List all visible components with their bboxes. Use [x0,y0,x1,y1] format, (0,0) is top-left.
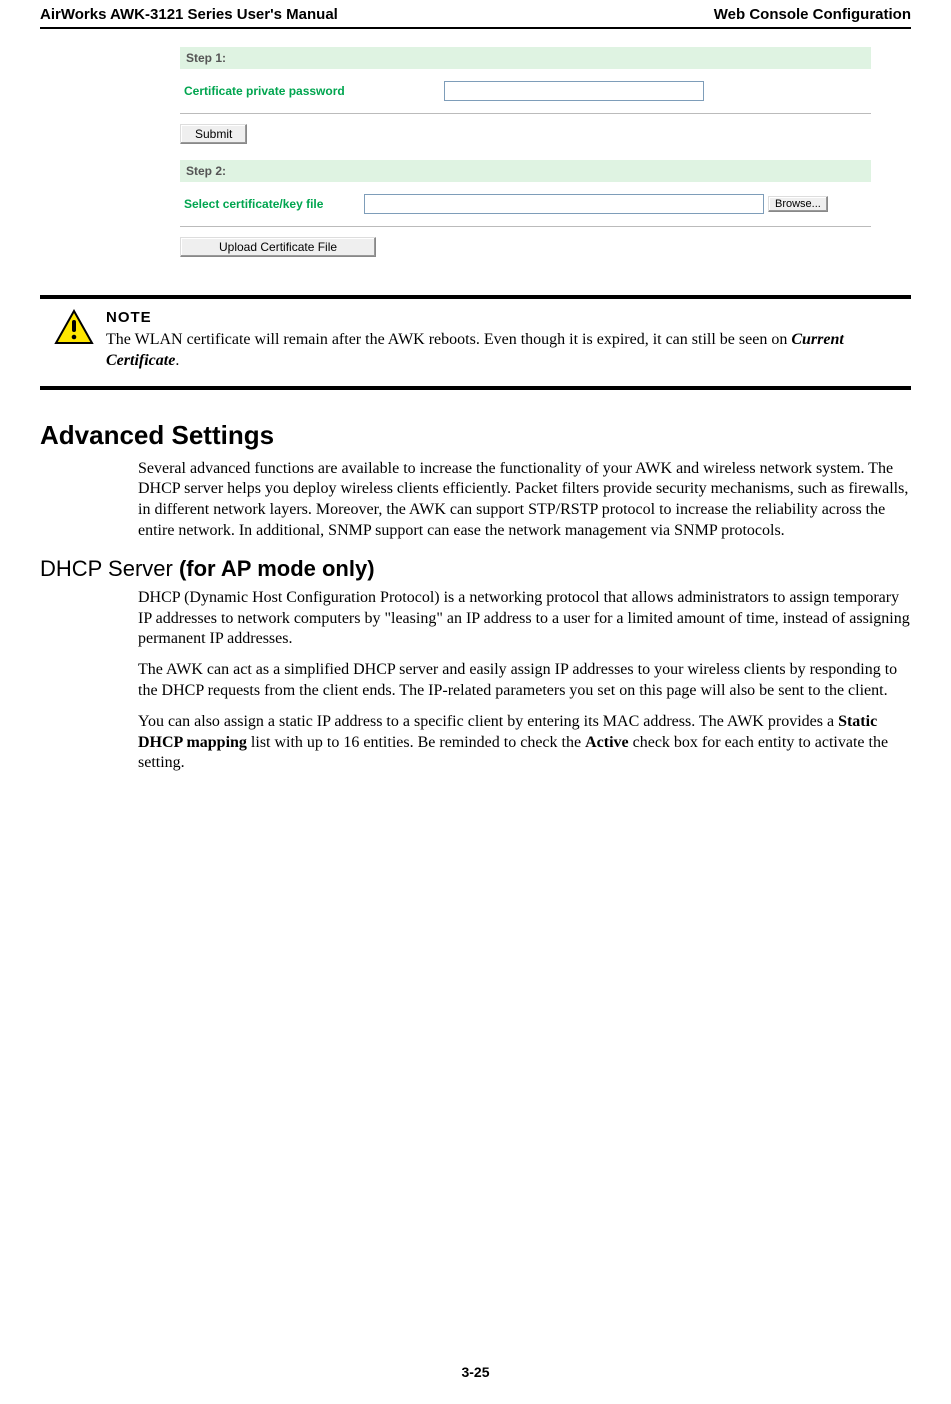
dhcp-para2: The AWK can act as a simplified DHCP ser… [138,660,911,702]
note-body: The WLAN certificate will remain after t… [106,330,897,372]
browse-button[interactable]: Browse... [768,196,828,212]
note-title: NOTE [106,309,897,326]
submit-button[interactable]: Submit [180,124,247,144]
page-number: 3-25 [0,1364,951,1380]
cert-password-label: Certificate private password [184,84,444,98]
alert-icon [54,309,94,350]
select-file-label: Select certificate/key file [184,197,364,211]
note-text-suffix: . [175,352,179,369]
divider [180,226,871,227]
note-text-prefix: The WLAN certificate will remain after t… [106,331,791,348]
dhcp-para3: You can also assign a static IP address … [138,712,911,774]
divider [180,113,871,114]
doc-header-right: Web Console Configuration [714,6,911,23]
dhcp-heading-plain: DHCP Server [40,556,179,581]
upload-cert-button[interactable]: Upload Certificate File [180,237,376,257]
note-block: NOTE The WLAN certificate will remain af… [40,295,911,390]
doc-header: AirWorks AWK-3121 Series User's Manual W… [40,0,911,29]
file-path-input[interactable] [364,194,764,214]
cert-password-input[interactable] [444,81,704,101]
dhcp-para1: DHCP (Dynamic Host Configuration Protoco… [138,588,911,650]
dhcp-heading-bold: (for AP mode only) [179,556,375,581]
step1-header: Step 1: [180,47,871,69]
doc-header-left: AirWorks AWK-3121 Series User's Manual [40,6,338,23]
dhcp-para3-pre: You can also assign a static IP address … [138,713,838,730]
dhcp-server-heading: DHCP Server (for AP mode only) [40,556,911,582]
advanced-settings-heading: Advanced Settings [40,420,911,451]
web-console-screenshot: Step 1: Certificate private password Sub… [180,47,871,273]
advanced-settings-para: Several advanced functions are available… [138,459,911,542]
step2-header: Step 2: [180,160,871,182]
dhcp-para3-mid: list with up to 16 entities. Be reminded… [247,734,585,751]
dhcp-para3-b2: Active [585,734,629,751]
